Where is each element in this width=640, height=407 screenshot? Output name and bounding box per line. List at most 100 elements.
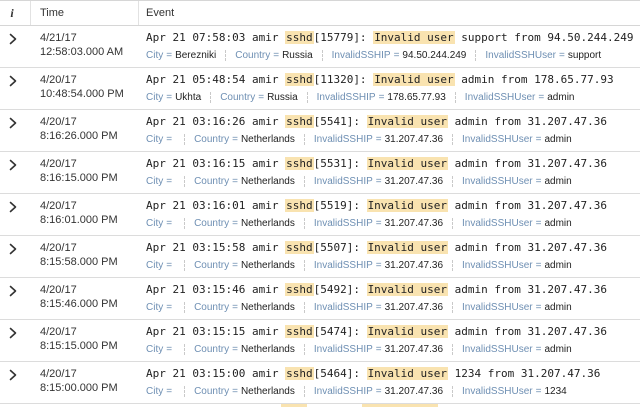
field-invalid-ssh-ip[interactable]: InvalidSSHIP = 178.65.77.93 [317,91,446,104]
field-country[interactable]: Country = Netherlands [194,343,295,356]
highlight-process[interactable]: sshd [285,241,314,254]
event-date: 4/20/17 [40,200,77,212]
event-row[interactable]: 4/20/17 8:16:01.000 PM Apr 21 03:16:01 a… [0,194,640,236]
field-country[interactable]: Country = Netherlands [194,133,295,146]
highlight-process[interactable]: sshd [285,325,314,338]
field-invalid-ssh-ip[interactable]: InvalidSSHIP = 94.50.244.249 [332,49,467,62]
highlight-message[interactable]: Invalid user [366,283,449,296]
event-row[interactable]: 4/20/17 8:16:26.000 PM Apr 21 03:16:26 a… [0,110,640,152]
field-key: InvalidSSHIP [313,344,373,355]
field-city[interactable]: City = [146,343,175,356]
field-invalid-ssh-ip[interactable]: InvalidSSHIP = 31.207.47.36 [314,259,443,272]
highlight-process[interactable]: sshd [285,157,314,170]
field-invalid-ssh-user[interactable]: InvalidSSHUser = support [485,49,601,62]
header-event[interactable]: Event [146,1,174,25]
highlight-message[interactable]: Invalid user [366,325,449,338]
field-country[interactable]: Country = Netherlands [194,175,295,188]
chevron-right-icon[interactable] [7,368,19,382]
field-city[interactable]: City = Berezniki [146,49,216,62]
field-value: 31.207.47.36 [384,176,444,187]
field-city[interactable]: City = [146,175,175,188]
highlight-process[interactable]: sshd [285,31,314,44]
field-invalid-ssh-user[interactable]: InvalidSSHUser = admin [462,259,572,272]
event-pid: [11320]: [313,73,374,86]
field-key: InvalidSSHIP [313,386,373,397]
event-row[interactable]: 4/20/17 10:48:54.000 PM Apr 21 05:48:54 … [0,68,640,110]
event-row[interactable]: 4/20/17 8:15:46.000 PM Apr 21 03:15:46 a… [0,278,640,320]
chevron-right-icon[interactable] [7,158,19,172]
field-key: Country [194,134,230,145]
field-invalid-ssh-ip[interactable]: InvalidSSHIP = 31.207.47.36 [314,133,443,146]
highlight-process[interactable]: sshd [285,367,314,380]
field-city[interactable]: City = [146,259,175,272]
event-row[interactable]: 4/20/17 8:15:15.000 PM Apr 21 03:15:15 a… [0,320,640,362]
field-invalid-ssh-user[interactable]: InvalidSSHUser = admin [462,217,572,230]
field-invalid-ssh-user[interactable]: InvalidSSHUser = admin [462,133,572,146]
highlight-process[interactable]: sshd [285,115,314,128]
field-invalid-ssh-user[interactable]: InvalidSSHUser = admin [462,301,572,314]
chevron-right-icon[interactable] [7,284,19,298]
chevron-right-icon[interactable] [7,116,19,130]
chevron-right-icon[interactable] [7,200,19,214]
event-row[interactable]: 4/20/17 8:15:00.000 PM Apr 21 03:15:00 a… [0,362,640,404]
extracted-fields: City = Berezniki Country = Russia InvalidSSHIP… [146,49,601,62]
field-country[interactable]: Country = Russia [220,91,297,104]
highlight-message[interactable]: Invalid user [366,367,449,380]
field-country[interactable]: Country = Netherlands [194,217,295,230]
highlight-message[interactable]: Invalid user [373,31,455,44]
highlight-process[interactable]: sshd [285,199,314,212]
field-invalid-ssh-ip[interactable]: InvalidSSHIP = 31.207.47.36 [314,385,443,398]
extracted-fields: City = Country = Netherlands InvalidSSHIP = 31.… [146,133,572,146]
event-pid: [5492]: [313,283,367,296]
field-invalid-ssh-ip[interactable]: InvalidSSHIP = 31.207.47.36 [314,343,443,356]
event-row[interactable]: 4/20/17 8:16:15.000 PM Apr 21 03:16:15 a… [0,152,640,194]
field-city[interactable]: City = [146,133,175,146]
field-value: support [567,50,602,61]
event-date: 4/20/17 [40,158,77,170]
highlight-message[interactable]: Invalid user [373,73,455,86]
field-key: Country [194,344,230,355]
event-date: 4/20/17 [40,326,77,338]
field-invalid-ssh-user[interactable]: InvalidSSHUser = admin [462,343,572,356]
highlight-message[interactable]: Invalid user [366,157,449,170]
field-invalid-ssh-ip[interactable]: InvalidSSHIP = 31.207.47.36 [314,175,443,188]
chevron-right-icon[interactable] [7,32,19,46]
field-country[interactable]: Country = Netherlands [194,301,295,314]
field-city[interactable]: City = [146,217,175,230]
event-prefix: Apr 21 03:15:58 amir [146,241,286,254]
highlight-message[interactable]: Invalid user [366,115,449,128]
field-country[interactable]: Country = Russia [235,49,312,62]
field-invalid-ssh-user[interactable]: InvalidSSHUser = 1234 [462,385,567,398]
field-key: Country [194,218,230,229]
field-key: Country [194,302,230,313]
event-row[interactable]: 4/20/17 8:15:58.000 PM Apr 21 03:15:58 a… [0,236,640,278]
event-pid: [5541]: [313,115,367,128]
field-city[interactable]: City = [146,385,175,398]
header-time[interactable]: Time [40,1,64,25]
highlight-message[interactable]: Invalid user [366,199,449,212]
highlight-process[interactable]: sshd [285,73,314,86]
field-invalid-ssh-user[interactable]: InvalidSSHUser = admin [462,175,572,188]
field-value: Russia [267,92,298,103]
field-city[interactable]: City = [146,301,175,314]
highlight-process[interactable]: sshd [285,283,314,296]
event-date: 4/20/17 [40,284,77,296]
field-divider [184,217,186,229]
chevron-right-icon[interactable] [7,74,19,88]
field-country[interactable]: Country = Netherlands [194,259,295,272]
field-key: City [146,92,164,103]
header-info[interactable]: i [0,1,24,25]
field-city[interactable]: City = Ukhta [146,91,201,104]
field-invalid-ssh-ip[interactable]: InvalidSSHIP = 31.207.47.36 [314,301,443,314]
highlight-message[interactable]: Invalid user [366,241,449,254]
field-invalid-ssh-ip[interactable]: InvalidSSHIP = 31.207.47.36 [314,217,443,230]
event-pid: [5464]: [313,367,367,380]
chevron-right-icon[interactable] [7,326,19,340]
field-country[interactable]: Country = Netherlands [194,385,295,398]
event-rest: admin from 31.207.47.36 [448,199,607,212]
chevron-right-icon[interactable] [7,242,19,256]
field-invalid-ssh-user[interactable]: InvalidSSHUser = admin [465,91,575,104]
event-row[interactable]: 4/21/17 12:58:03.000 AM Apr 21 07:58:03 … [0,26,640,68]
field-value: Netherlands [240,386,295,397]
field-key: City [146,260,164,271]
